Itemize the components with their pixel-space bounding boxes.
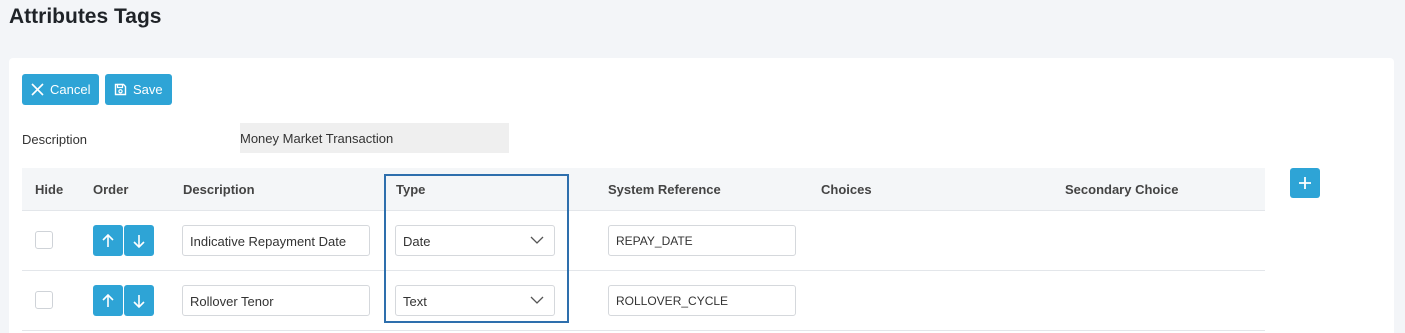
- header-system-reference: System Reference: [608, 182, 721, 197]
- move-down-button[interactable]: [124, 225, 154, 256]
- chevron-down-icon: [530, 236, 544, 244]
- system-reference-input[interactable]: ROLLOVER_CYCLE: [608, 285, 796, 316]
- attributes-card: Cancel Save Description Money Market Tra…: [9, 58, 1394, 333]
- type-select[interactable]: Text: [395, 285, 555, 316]
- arrow-down-icon: [133, 294, 145, 308]
- save-icon: [114, 83, 127, 96]
- hide-checkbox[interactable]: [35, 291, 53, 309]
- description-field[interactable]: Money Market Transaction: [240, 123, 509, 153]
- system-reference-input[interactable]: REPAY_DATE: [608, 225, 796, 256]
- type-value: Date: [403, 234, 431, 249]
- description-input[interactable]: Rollover Tenor: [182, 285, 370, 316]
- hide-checkbox[interactable]: [35, 231, 53, 249]
- header-hide: Hide: [35, 182, 64, 197]
- plus-icon: [1299, 177, 1311, 189]
- header-secondary-choice: Secondary Choice: [1065, 182, 1179, 197]
- move-up-button[interactable]: [93, 285, 123, 316]
- page-title: Attributes Tags: [9, 5, 162, 28]
- type-select[interactable]: Date: [395, 225, 555, 256]
- save-label: Save: [133, 82, 163, 97]
- attributes-table: Hide Order Description Type System Refer…: [22, 168, 1265, 331]
- move-up-button[interactable]: [93, 225, 123, 256]
- description-label: Description: [22, 132, 88, 147]
- add-row-button[interactable]: [1290, 168, 1320, 198]
- table-row: Indicative Repayment Date Date REPAY_DAT…: [22, 211, 1265, 271]
- table-header: Hide Order Description Type System Refer…: [22, 168, 1265, 211]
- header-description: Description: [183, 182, 255, 197]
- arrow-down-icon: [133, 234, 145, 248]
- header-choices: Choices: [821, 182, 872, 197]
- save-button[interactable]: Save: [105, 74, 172, 105]
- table-row: Rollover Tenor Text ROLLOVER_CYCLE: [22, 271, 1265, 331]
- header-order: Order: [93, 182, 129, 197]
- chevron-down-icon: [530, 296, 544, 304]
- close-icon: [31, 83, 44, 96]
- move-down-button[interactable]: [124, 285, 154, 316]
- description-input[interactable]: Indicative Repayment Date: [182, 225, 370, 256]
- arrow-up-icon: [102, 293, 114, 307]
- type-value: Text: [403, 294, 427, 309]
- cancel-label: Cancel: [50, 82, 91, 97]
- arrow-up-icon: [102, 233, 114, 247]
- header-type: Type: [396, 182, 426, 197]
- cancel-button[interactable]: Cancel: [22, 74, 100, 105]
